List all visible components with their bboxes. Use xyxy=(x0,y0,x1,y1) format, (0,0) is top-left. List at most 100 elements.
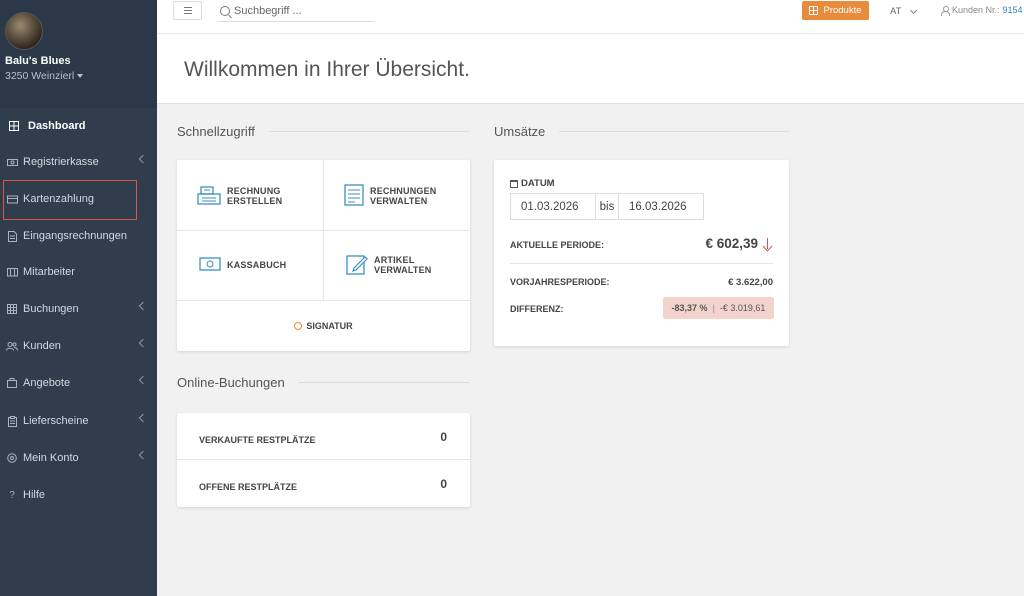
date-from-value: 01.03.2026 xyxy=(521,200,579,213)
divider xyxy=(177,230,470,231)
customer-number-value[interactable]: 9154 xyxy=(1003,5,1023,15)
section-divider xyxy=(559,131,790,132)
section-title-online-buchungen: Online-Buchungen xyxy=(177,375,469,390)
calendar-icon xyxy=(6,303,18,315)
sidebar-item-label: Eingangsrechnungen xyxy=(23,230,127,242)
row-value: 0 xyxy=(440,430,447,444)
edit-icon xyxy=(346,253,368,277)
search-bar xyxy=(218,1,374,22)
profile-location-dropdown[interactable]: 3250 Weinzierl xyxy=(5,70,84,82)
profile-panel: Balu's Blues 3250 Weinzierl xyxy=(0,0,157,108)
sidebar-item-label: Mitarbeiter xyxy=(23,266,75,278)
sidebar-item-label: Dashboard xyxy=(28,120,86,132)
row-label: VERKAUFTE RESTPLÄTZE xyxy=(199,435,316,445)
cash-icon xyxy=(199,257,221,273)
briefcase-icon xyxy=(6,377,18,389)
kassabuch-label: KASSABUCH xyxy=(227,260,287,270)
sidebar-item-mein-konto[interactable]: Mein Konto xyxy=(0,441,157,475)
page-title: Willkommen in Ihrer Übersicht. xyxy=(184,58,470,81)
profile-name: Balu's Blues xyxy=(5,55,71,67)
clipboard-icon xyxy=(6,415,18,427)
chevron-left-icon xyxy=(138,375,148,385)
customers-icon xyxy=(6,340,18,352)
chevron-left-icon xyxy=(138,450,148,460)
online-buchungen-card: VERKAUFTE RESTPLÄTZE 0 OFFENE RESTPLÄTZE… xyxy=(177,413,470,507)
settings-icon xyxy=(6,452,18,464)
sidebar-item-hilfe[interactable]: ? Hilfe xyxy=(0,478,157,512)
rechnung-erstellen-label: RECHNUNG ERSTELLEN xyxy=(227,186,282,206)
chevron-left-icon xyxy=(138,154,148,164)
sidebar-item-label: Lieferscheine xyxy=(23,415,89,427)
sidebar-item-registrierkasse[interactable]: Registrierkasse xyxy=(0,145,157,179)
search-input[interactable] xyxy=(234,5,364,17)
date-range-separator: bis xyxy=(595,193,619,220)
topbar: Produkte AT Kunden Nr.: 9154 xyxy=(157,0,1024,34)
sidebar-item-eingangsrechnungen[interactable]: Eingangsrechnungen xyxy=(0,219,157,253)
divider xyxy=(510,263,773,264)
label-line: VERWALTEN xyxy=(370,196,428,206)
section-title-text: Online-Buchungen xyxy=(177,375,285,390)
section-title-text: Umsätze xyxy=(494,124,546,139)
chevron-left-icon xyxy=(138,413,148,423)
hamburger-icon-line xyxy=(183,13,192,14)
highlight-frame xyxy=(3,180,137,220)
rechnungen-verwalten-button[interactable]: RECHNUNGEN VERWALTEN xyxy=(344,180,464,212)
rechnungen-verwalten-label: RECHNUNGEN VERWALTEN xyxy=(370,186,437,206)
language-label: AT xyxy=(890,6,902,17)
cash-register-icon xyxy=(197,184,221,208)
rechnung-erstellen-button[interactable]: RECHNUNG ERSTELLEN xyxy=(197,180,317,212)
section-divider xyxy=(298,382,469,383)
signature-status-icon xyxy=(294,322,303,330)
badge-separator: | xyxy=(712,303,715,313)
sidebar: Balu's Blues 3250 Weinzierl Dashboard Re… xyxy=(0,0,157,596)
umsaetze-card: DATUM 01.03.2026 bis 16.03.2026 AKTUELLE… xyxy=(494,160,789,346)
profile-location: 3250 Weinzierl xyxy=(5,70,75,82)
sidebar-item-label: Registrierkasse xyxy=(23,156,99,168)
calendar-icon xyxy=(510,179,518,188)
section-title-text: Schnellzugriff xyxy=(177,124,255,139)
aktuelle-periode-value: € 602,39 xyxy=(705,236,758,251)
vorjahresperiode-label: VORJAHRESPERIODE: xyxy=(510,277,610,287)
search-icon xyxy=(220,6,230,16)
datum-label-text: DATUM xyxy=(521,178,555,189)
differenz-percent: -83,37 % xyxy=(671,303,708,313)
customer-number-label: Kunden Nr.: xyxy=(952,5,1000,15)
label-line: RECHNUNGEN xyxy=(370,186,437,196)
sidebar-item-label: Angebote xyxy=(23,377,71,389)
sidebar-item-angebote[interactable]: Angebote xyxy=(0,366,157,400)
vorjahresperiode-value: € 3.622,00 xyxy=(728,277,773,288)
menu-toggle-button[interactable] xyxy=(173,1,202,20)
date-to-field[interactable]: 16.03.2026 xyxy=(618,193,704,220)
list-item: VERKAUFTE RESTPLÄTZE 0 xyxy=(177,413,470,460)
produkte-button[interactable]: Produkte xyxy=(802,1,869,20)
caret-down-icon xyxy=(77,74,84,79)
hamburger-icon-line xyxy=(183,10,192,11)
cash-register-icon xyxy=(6,156,18,168)
sidebar-item-mitarbeiter[interactable]: Mitarbeiter xyxy=(0,255,157,289)
language-selector[interactable]: AT xyxy=(890,6,918,17)
sidebar-item-kunden[interactable]: Kunden xyxy=(0,329,157,363)
list-item: OFFENE RESTPLÄTZE 0 xyxy=(177,460,470,507)
document-icon xyxy=(6,230,18,242)
help-icon: ? xyxy=(9,489,15,501)
schnellzugriff-card: RECHNUNG ERSTELLEN RECHNUNGEN VERWALTEN KA… xyxy=(177,160,470,351)
row-value: 0 xyxy=(440,477,447,491)
produkte-label: Produkte xyxy=(823,5,862,16)
welcome-header: Willkommen in Ihrer Übersicht. xyxy=(157,34,1024,104)
sidebar-item-label: Hilfe xyxy=(23,489,46,501)
sidebar-item-buchungen[interactable]: Buchungen xyxy=(0,292,157,326)
arrow-down-icon xyxy=(763,238,773,250)
differenz-badge: -83,37 % | -€ 3.019,61 xyxy=(663,297,774,319)
datum-label: DATUM xyxy=(510,178,555,189)
section-divider xyxy=(268,131,469,132)
avatar[interactable] xyxy=(5,12,43,50)
chevron-down-icon xyxy=(910,6,918,14)
sidebar-item-dashboard[interactable]: Dashboard xyxy=(0,109,157,143)
grid-icon xyxy=(8,120,20,132)
date-from-field[interactable]: 01.03.2026 xyxy=(510,193,596,220)
artikel-verwalten-button[interactable]: ARTIKEL VERWALTEN xyxy=(346,252,470,278)
sidebar-item-lieferscheine[interactable]: Lieferscheine xyxy=(0,404,157,438)
kassabuch-button[interactable]: KASSABUCH xyxy=(199,252,319,278)
grid-icon xyxy=(809,6,819,15)
signatur-button[interactable]: SIGNATUR xyxy=(177,301,470,351)
